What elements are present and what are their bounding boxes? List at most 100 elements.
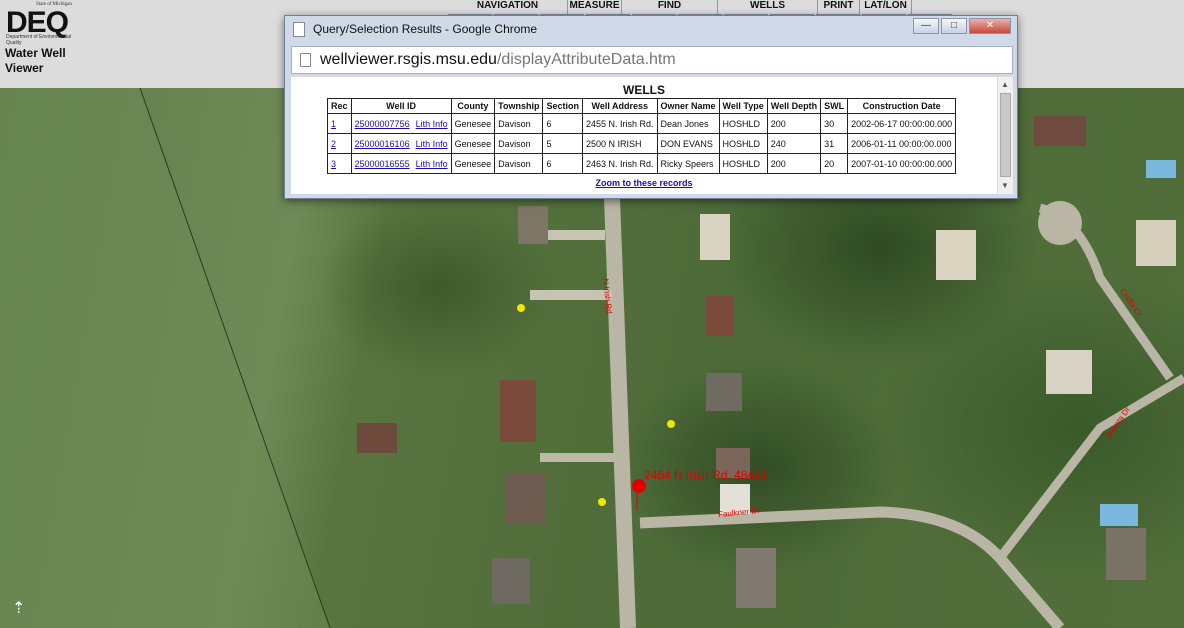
column-header: SWL — [820, 98, 849, 114]
well-id-cell: 25000016555 Lith Info — [350, 153, 452, 174]
menu-find[interactable]: FIND — [622, 0, 718, 14]
section-cell: 6 — [542, 113, 583, 134]
page-icon — [300, 53, 311, 67]
township-cell: Davison — [494, 133, 544, 154]
results-content: WELLS Rec Well ID County Township Sectio… — [291, 76, 1013, 194]
house-roof — [500, 380, 536, 442]
pool — [1146, 160, 1176, 178]
owner-cell: Ricky Speers — [656, 153, 720, 174]
well-marker[interactable] — [517, 304, 525, 312]
well-type-cell: HOSHLD — [718, 113, 768, 134]
house-roof — [936, 230, 976, 280]
house-roof — [1046, 350, 1092, 394]
driveway — [540, 453, 615, 462]
construction-date-cell: 2006-01-11 00:00:00.000 — [847, 133, 957, 154]
house-roof — [492, 558, 530, 604]
section-cell: 6 — [542, 153, 583, 174]
table-row: 1 25000007756 Lith Info Genesee Davison 6… — [327, 113, 957, 134]
address-bar[interactable]: wellviewer.rsgis.msu.edu/displayAttribut… — [291, 46, 1013, 74]
minimize-button[interactable]: — — [913, 18, 939, 34]
construction-date-cell: 2007-01-10 00:00:00.000 — [847, 153, 957, 174]
address-cell: 2500 N IRISH — [581, 133, 658, 154]
well-id-link[interactable]: 25000007756 — [355, 119, 410, 129]
query-results-window[interactable]: Query/Selection Results - Google Chrome … — [284, 15, 1018, 199]
swl-cell: 31 — [820, 133, 849, 154]
rec-cell: 3 — [327, 153, 352, 174]
wells-table: Rec Well ID County Township Section Well… — [327, 98, 957, 174]
well-depth-cell: 200 — [766, 153, 822, 174]
pool — [1100, 504, 1138, 526]
well-marker[interactable] — [598, 498, 606, 506]
table-row: 2 25000016106 Lith Info Genesee Davison 5… — [327, 133, 957, 154]
menu-print[interactable]: PRINT — [818, 0, 860, 14]
road-faulkner — [639, 506, 1065, 628]
scroll-thumb[interactable] — [1000, 93, 1011, 177]
well-type-cell: HOSHLD — [718, 153, 768, 174]
well-depth-cell: 240 — [766, 133, 822, 154]
window-title: Query/Selection Results - Google Chrome — [313, 22, 538, 36]
column-header: Well Address — [581, 98, 658, 114]
road-dakota — [996, 374, 1184, 561]
township-cell: Davison — [494, 153, 544, 174]
scroll-up-icon[interactable]: ▲ — [1001, 80, 1009, 89]
well-id-link[interactable]: 25000016106 — [355, 139, 410, 149]
county-cell: Genesee — [450, 113, 496, 134]
lith-info-link[interactable]: Lith Info — [416, 119, 448, 129]
well-id-link[interactable]: 25000016555 — [355, 159, 410, 169]
lith-info-link[interactable]: Lith Info — [416, 139, 448, 149]
column-header: Rec — [327, 98, 352, 114]
url-text: wellviewer.rsgis.msu.edu/displayAttribut… — [320, 51, 676, 69]
column-header: Section — [542, 98, 583, 114]
house-roof — [736, 548, 776, 608]
menu-latlon[interactable]: LAT/LON — [860, 0, 912, 14]
column-header: Township — [494, 98, 544, 114]
field-area — [0, 88, 330, 628]
north-arrow-icon: ⇡ — [12, 600, 26, 617]
maximize-button[interactable]: □ — [941, 18, 967, 34]
column-header: Owner Name — [656, 98, 720, 114]
menu-measure[interactable]: MEASURE — [568, 0, 622, 14]
owner-cell: Dean Jones — [656, 113, 720, 134]
rec-link[interactable]: 2 — [331, 139, 336, 149]
address-label: 2464 N Irish Rd, 48423 — [644, 468, 768, 482]
township-cell: Davison — [494, 113, 544, 134]
table-header-row: Rec Well ID County Township Section Well… — [327, 98, 957, 114]
scroll-down-icon[interactable]: ▼ — [1001, 181, 1009, 190]
house-roof — [706, 373, 742, 411]
swl-cell: 30 — [820, 113, 849, 134]
rec-cell: 2 — [327, 133, 352, 154]
house-roof — [506, 473, 546, 523]
column-header: Well ID — [350, 98, 452, 114]
column-header: Construction Date — [847, 98, 957, 114]
driveway — [530, 290, 612, 300]
address-cell: 2463 N. Irish Rd. — [581, 153, 658, 174]
close-button[interactable]: ✕ — [969, 18, 1011, 34]
url-path: /displayAttributeData.htm — [496, 51, 676, 68]
county-cell: Genesee — [450, 153, 496, 174]
well-marker[interactable] — [667, 420, 675, 428]
table-title: WELLS — [623, 83, 665, 97]
menu-navigation[interactable]: NAVIGATION — [448, 0, 568, 14]
menu-wells[interactable]: WELLS — [718, 0, 818, 14]
column-header: Well Type — [718, 98, 768, 114]
zoom-to-records-link[interactable]: Zoom to these records — [291, 178, 997, 188]
logo-dept-text: Department of Environmental Quality — [6, 34, 72, 46]
app-title: Water Well Viewer — [5, 46, 66, 75]
rec-cell: 1 — [327, 113, 352, 134]
rec-link[interactable]: 3 — [331, 159, 336, 169]
url-host: wellviewer.rsgis.msu.edu — [320, 51, 497, 68]
house-roof — [357, 423, 397, 453]
house-roof — [1106, 528, 1146, 580]
window-titlebar[interactable]: Query/Selection Results - Google Chrome … — [285, 16, 1017, 44]
vertical-scrollbar[interactable]: ▲ ▼ — [997, 77, 1013, 194]
house-roof — [706, 296, 734, 336]
owner-cell: DON EVANS — [656, 133, 720, 154]
driveway — [545, 230, 605, 240]
swl-cell: 20 — [820, 153, 849, 174]
main-menu: NAVIGATION MEASURE FIND WELLS PRINT LAT/… — [448, 0, 912, 14]
well-id-cell: 25000016106 Lith Info — [350, 133, 452, 154]
column-header: County — [450, 98, 496, 114]
county-cell: Genesee — [450, 133, 496, 154]
rec-link[interactable]: 1 — [331, 119, 336, 129]
lith-info-link[interactable]: Lith Info — [416, 159, 448, 169]
